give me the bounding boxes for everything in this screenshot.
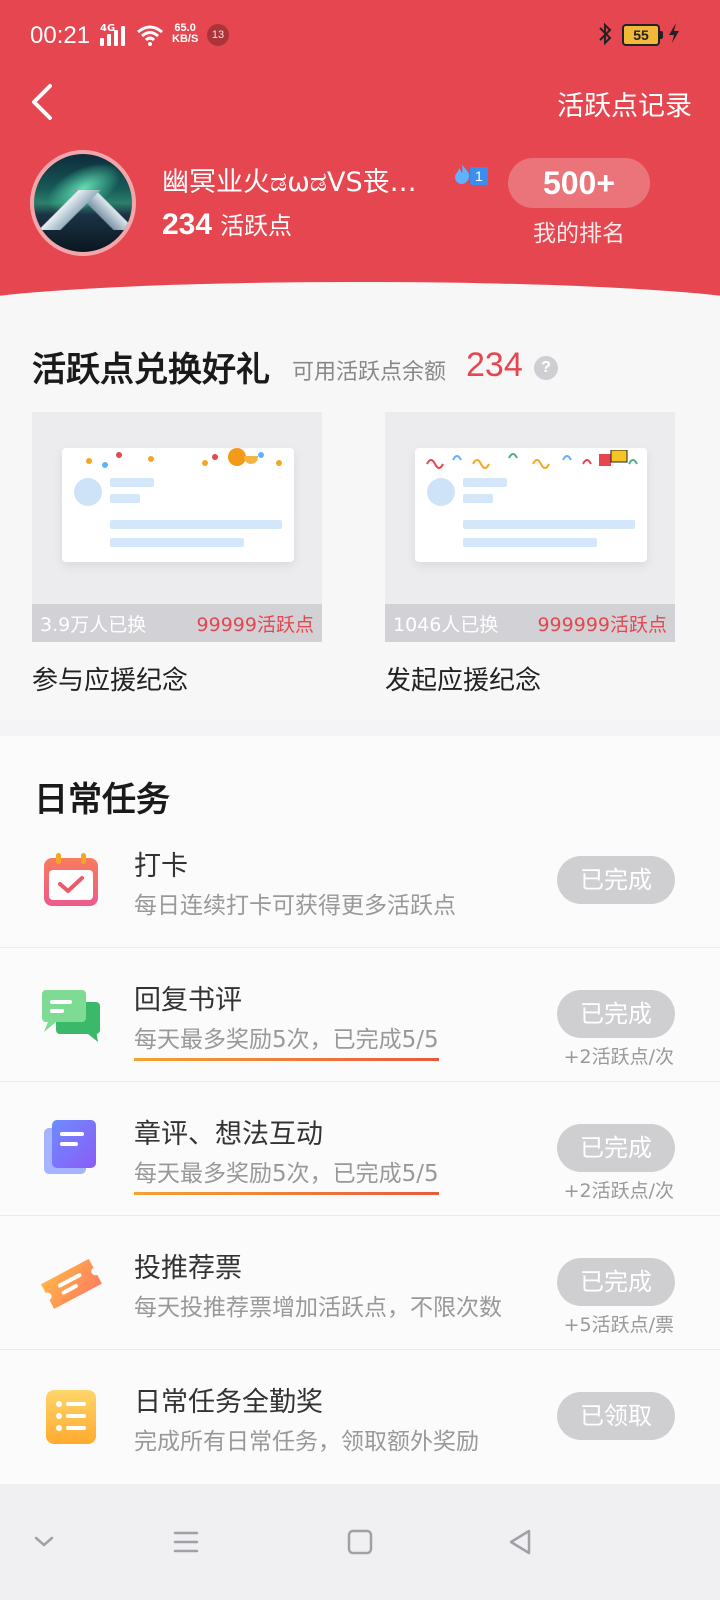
ticket-icon xyxy=(41,1258,102,1309)
gift-preview xyxy=(415,448,647,562)
chevron-left-icon xyxy=(32,84,52,120)
task-status-button[interactable]: 已完成 xyxy=(557,1124,675,1172)
task-item-checkin: 打卡 每日连续打卡可获得更多活跃点 已完成 xyxy=(0,814,720,948)
task-reward: +2活跃点/次 xyxy=(563,1180,674,1202)
task-reward: +5活跃点/票 xyxy=(563,1314,674,1336)
task-reward: +2活跃点/次 xyxy=(563,1046,674,1068)
bluetooth-icon xyxy=(598,22,612,51)
chat-bubble-icon xyxy=(42,990,100,1042)
fan-level-number: 1 xyxy=(470,167,488,185)
rank-label: 我的排名 xyxy=(533,221,625,247)
chevron-down-icon xyxy=(34,1536,54,1547)
gift-footer: 3.9万人已换 99999活跃点 xyxy=(32,604,322,642)
fan-level-badge: 1 xyxy=(452,163,496,190)
back-button[interactable] xyxy=(22,80,66,124)
document-icon xyxy=(44,1120,96,1174)
network-type-label: 4G xyxy=(100,23,116,34)
task-name: 回复书评 xyxy=(134,985,242,1016)
task-status-button[interactable]: 已完成 xyxy=(557,990,675,1038)
avatar[interactable] xyxy=(30,150,136,256)
wifi-icon xyxy=(137,25,163,46)
points-value: 234 xyxy=(162,208,213,241)
task-status-button[interactable]: 已领取 xyxy=(557,1392,675,1440)
gift-name[interactable]: 发起应援纪念 xyxy=(385,660,541,697)
balance-value: 234 xyxy=(466,346,523,384)
calendar-check-icon xyxy=(44,853,98,906)
task-status-button[interactable]: 已完成 xyxy=(557,1258,675,1306)
rank-button[interactable]: 500+ xyxy=(508,158,650,208)
task-description: 完成所有日常任务，领取额外奖励 xyxy=(134,1429,479,1455)
points-summary: 234 活跃点 xyxy=(162,206,292,242)
balance-label: 可用活跃点余额 xyxy=(292,360,447,385)
header-curve xyxy=(0,282,720,310)
task-name: 日常任务全勤奖 xyxy=(134,1387,323,1418)
gift-preview xyxy=(62,448,294,562)
system-nav-bar xyxy=(0,1484,720,1600)
gift-footer: 1046人已换 999999活跃点 xyxy=(385,604,675,642)
home-square-icon xyxy=(347,1529,373,1555)
triangle-back-icon xyxy=(509,1529,531,1555)
task-item-attendance-bonus: 日常任务全勤奖 完成所有日常任务，领取额外奖励 已领取 xyxy=(0,1350,720,1484)
help-icon[interactable]: ? xyxy=(534,356,558,380)
status-bar: 00:21 4G 65.0 KB/S 13 55 xyxy=(0,0,720,72)
nav-back-button[interactable] xyxy=(500,1522,540,1562)
signal-icon: 4G xyxy=(100,24,125,46)
charging-icon xyxy=(668,22,680,49)
gift-cost: 99999活跃点 xyxy=(196,613,314,636)
nav-home-button[interactable] xyxy=(340,1522,380,1562)
gift-card-support[interactable]: 3.9万人已换 99999活跃点 xyxy=(32,412,322,642)
task-description: 每日连续打卡可获得更多活跃点 xyxy=(134,893,456,919)
list-icon xyxy=(46,1390,96,1444)
status-time: 00:21 xyxy=(30,22,91,49)
gift-name[interactable]: 参与应援纪念 xyxy=(32,660,188,697)
exchange-title: 活跃点兑换好礼 xyxy=(32,350,270,390)
task-item-chapter-comment: 章评、想法互动 每天最多奖励5次，已完成5/5 已完成 +2活跃点/次 xyxy=(0,1082,720,1216)
task-name: 投推荐票 xyxy=(134,1253,242,1284)
gift-cost: 999999活跃点 xyxy=(537,613,667,636)
task-description: 每天投推荐票增加活跃点，不限次数 xyxy=(134,1295,502,1321)
task-description: 每天最多奖励5次，已完成5/5 xyxy=(134,1020,439,1061)
daily-tasks-section: 日常任务 打卡 每日连续打卡可获得更多活跃点 已完成 回复书评 每天最多奖励5次… xyxy=(0,736,720,1484)
exchange-section: 活跃点兑换好礼 可用活跃点余额 234 ? 3.9万人已换 99999活跃点 参… xyxy=(0,310,720,720)
gift-exchange-count: 1046人已换 xyxy=(393,613,499,636)
battery-icon: 55 xyxy=(622,24,663,46)
nav-menu-button[interactable] xyxy=(166,1522,206,1562)
task-item-reply-review: 回复书评 每天最多奖励5次，已完成5/5 已完成 +2活跃点/次 xyxy=(0,948,720,1082)
notification-count: 13 xyxy=(207,24,229,46)
activity-record-link[interactable]: 活跃点记录 xyxy=(557,84,692,123)
menu-icon xyxy=(173,1531,199,1553)
speed-unit: KB/S xyxy=(172,33,199,45)
task-item-recommend-ticket: 投推荐票 每天投推荐票增加活跃点，不限次数 已完成 +5活跃点/票 xyxy=(0,1216,720,1350)
username: 幽冥业火ಡωಡVS丧… xyxy=(162,167,417,198)
task-name: 打卡 xyxy=(134,851,188,882)
task-description: 每天最多奖励5次，已完成5/5 xyxy=(134,1154,439,1195)
profile-header: 00:21 4G 65.0 KB/S 13 55 活跃点记录 幽冥业火ಡωಡVS… xyxy=(0,0,720,310)
flame-icon xyxy=(452,163,472,190)
confetti-icon xyxy=(426,450,638,469)
nav-collapse-button[interactable] xyxy=(24,1522,64,1562)
network-speed: 65.0 KB/S xyxy=(172,23,198,45)
points-unit: 活跃点 xyxy=(220,212,293,240)
task-status-button[interactable]: 已完成 xyxy=(557,856,675,904)
task-name: 章评、想法互动 xyxy=(134,1119,323,1150)
gift-card-launch[interactable]: 1046人已换 999999活跃点 xyxy=(385,412,675,642)
gift-exchange-count: 3.9万人已换 xyxy=(40,613,147,636)
